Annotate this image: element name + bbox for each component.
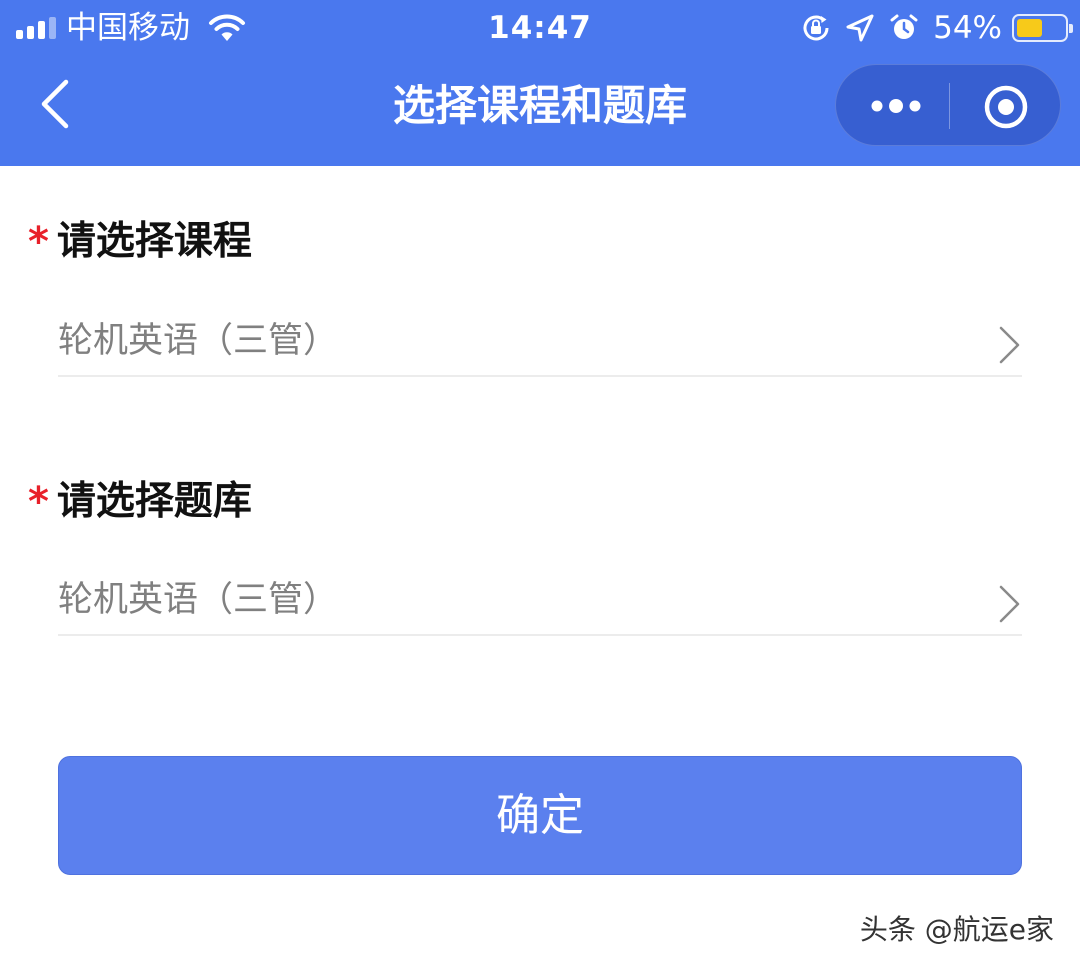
bank-label-text: 请选择题库 <box>56 479 252 524</box>
location-icon <box>846 14 874 42</box>
course-label: * 请选择课程 <box>28 210 252 266</box>
course-value: 轮机英语（三管） <box>58 321 339 361</box>
watermark: 头条 @航运e家 <box>859 913 1054 946</box>
course-label-text: 请选择课程 <box>56 219 252 264</box>
required-mark: * <box>28 219 49 265</box>
bank-label: * 请选择题库 <box>28 470 252 526</box>
close-circle-icon[interactable] <box>983 84 1029 130</box>
alarm-icon <box>890 14 918 39</box>
required-mark: * <box>28 479 49 525</box>
battery-level <box>1017 19 1042 37</box>
chevron-right-icon <box>999 585 1020 623</box>
bank-value: 轮机英语（三管） <box>58 580 339 620</box>
bank-select[interactable]: 轮机英语（三管） <box>58 564 1022 636</box>
battery-icon <box>1012 14 1073 42</box>
mini-program-capsule <box>835 64 1061 146</box>
more-dots-icon[interactable] <box>870 91 922 121</box>
status-right: 54% <box>801 8 1073 48</box>
top-bar: 中国移动 14:47 54% 选择课程和题库 <box>0 0 1080 166</box>
confirm-button[interactable]: 确定 <box>58 756 1022 875</box>
course-select[interactable]: 轮机英语（三管） <box>58 305 1022 377</box>
orientation-lock-icon <box>803 15 829 41</box>
chevron-right-icon <box>999 326 1020 364</box>
capsule-divider <box>949 83 950 129</box>
battery-percent: 54% <box>933 10 1002 46</box>
